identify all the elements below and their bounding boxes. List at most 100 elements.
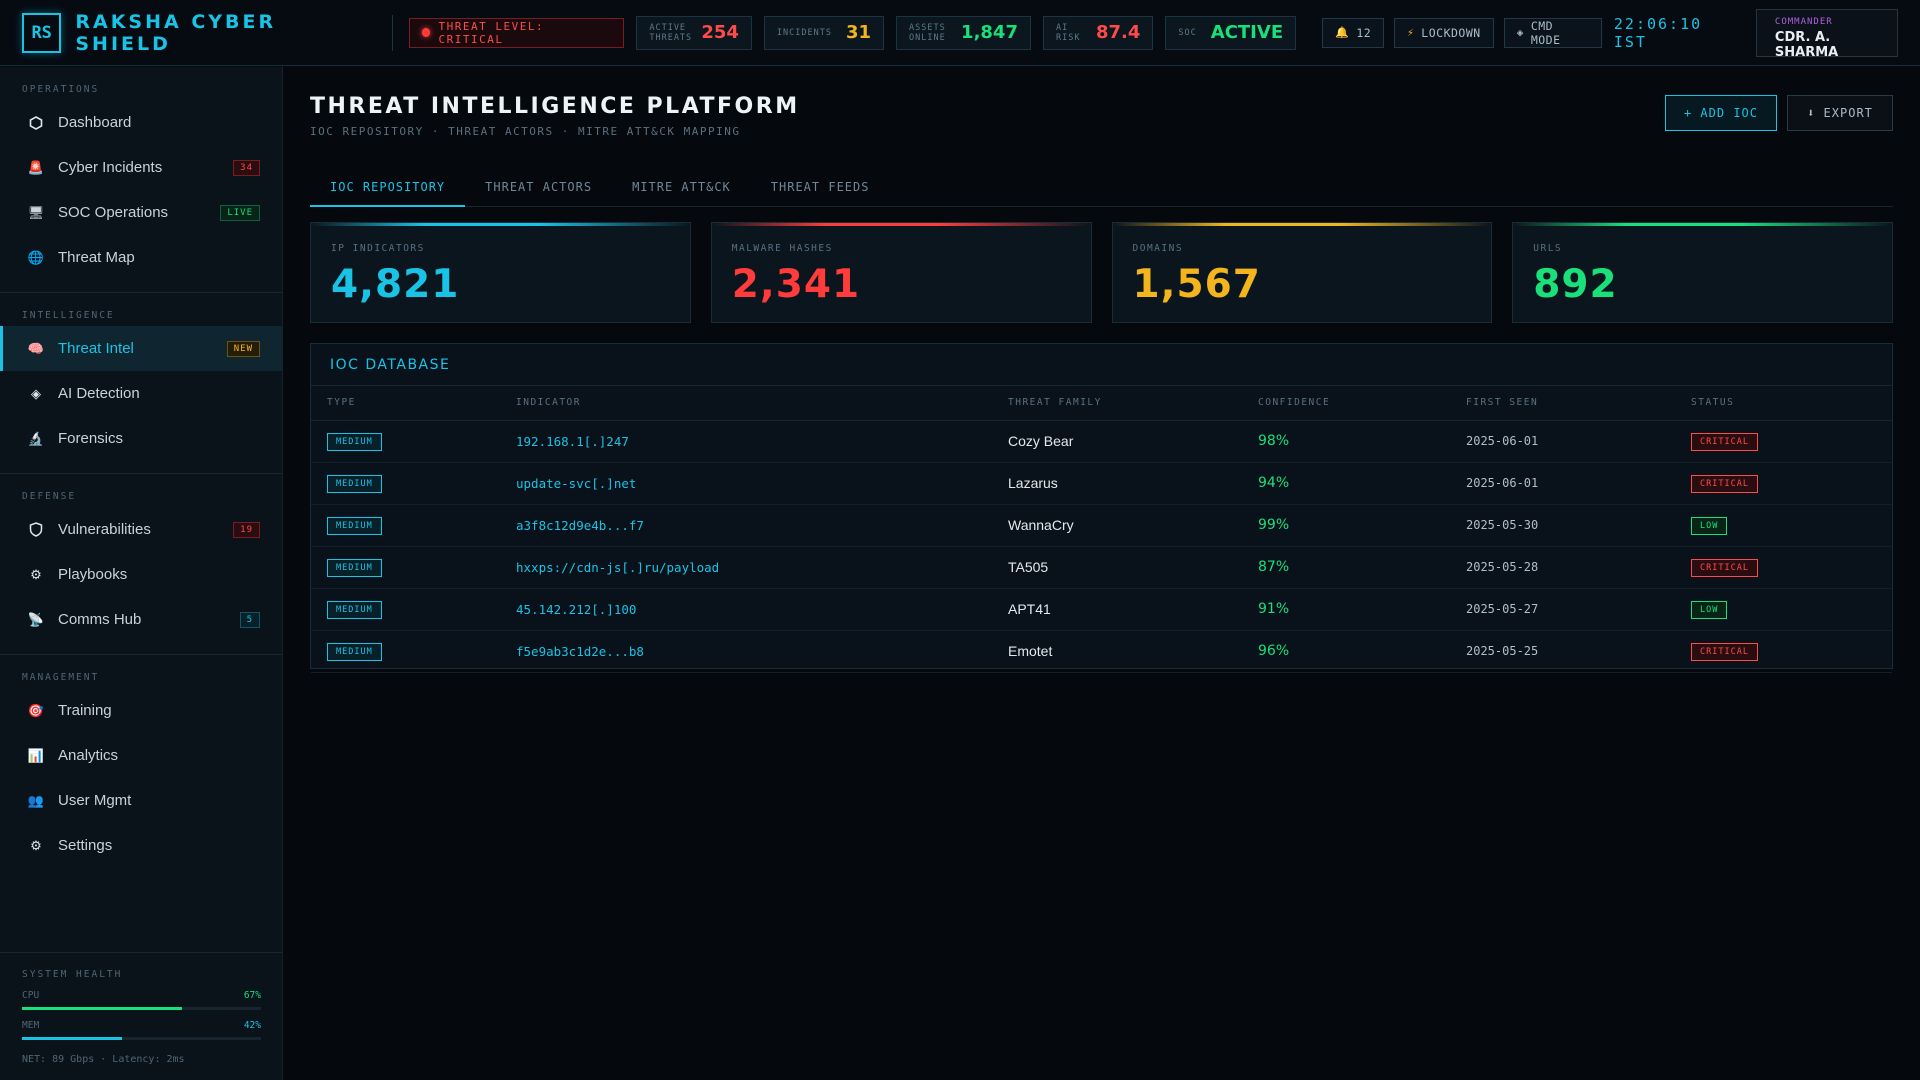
first-seen-cell: 2025-05-25 <box>1450 630 1675 673</box>
confidence-cell: 91% <box>1242 588 1450 631</box>
sidebar-item-settings[interactable]: ⚙ Settings <box>0 823 282 868</box>
bell-icon: 🔔 <box>1335 26 1350 39</box>
sidebar-item-cyber-incidents[interactable]: 🚨 Cyber Incidents 34 <box>0 145 282 190</box>
cpu-bar <box>22 1007 261 1010</box>
ioc-table: TYPE INDICATOR THREAT FAMILY CONFIDENCE … <box>311 386 1892 673</box>
sidebar-item-forensics[interactable]: 🔬 Forensics <box>0 416 282 461</box>
export-button[interactable]: ⬇ EXPORT <box>1787 95 1893 131</box>
type-badge: MEDIUM <box>327 433 382 451</box>
confidence-cell: 98% <box>1242 420 1450 463</box>
gear-icon: ⚙ <box>30 837 42 853</box>
table-row[interactable]: MEDIUM f5e9ab3c1d2e...b8 Emotet 96% 2025-05-… <box>311 630 1892 673</box>
sidebar-item-playbooks[interactable]: ⚙ Playbooks <box>0 552 282 597</box>
card-accent-line <box>311 223 690 226</box>
page-title: THREAT INTELLIGENCE PLATFORM <box>310 94 800 119</box>
sidebar-item-threat-map[interactable]: 🌐 Threat Map <box>0 235 282 280</box>
alert-dot-icon <box>421 28 431 37</box>
brand-name: RAKSHA CYBER SHIELD <box>75 10 277 55</box>
threat-family-cell: TA505 <box>992 546 1242 589</box>
mem-bar <box>22 1037 261 1040</box>
sidebar-item-label: Vulnerabilities <box>58 521 151 538</box>
bar-chart-icon: 📊 <box>27 747 45 763</box>
confidence-cell: 99% <box>1242 504 1450 547</box>
lockdown-label: LOCKDOWN <box>1421 25 1481 40</box>
satellite-icon: 📡 <box>27 611 45 627</box>
type-cell: MEDIUM <box>311 630 500 673</box>
tab-mitre-attack[interactable]: MITRE ATT&CK <box>612 173 751 207</box>
card-label: DOMAINS <box>1132 243 1184 254</box>
type-badge: MEDIUM <box>327 475 382 493</box>
indicator-cell[interactable]: update-svc[.]net <box>500 462 992 505</box>
ioc-database-title: IOC DATABASE <box>311 344 1892 386</box>
gear-icon: ⚙ <box>30 566 42 582</box>
table-row[interactable]: MEDIUM update-svc[.]net Lazarus 94% 2025-06-… <box>311 462 1892 505</box>
commander-profile[interactable]: COMMANDER CDR. A. SHARMA <box>1755 8 1899 60</box>
main-content: THREAT INTELLIGENCE PLATFORM IOC REPOSIT… <box>284 67 1920 1080</box>
column-header[interactable]: TYPE <box>311 386 500 421</box>
tab-threat-feeds[interactable]: THREAT FEEDS <box>751 173 890 207</box>
brain-icon: 🧠 <box>27 340 45 356</box>
status-cell: LOW <box>1675 504 1892 547</box>
threat-family-cell: APT41 <box>992 588 1242 631</box>
stat-value: ACTIVE <box>1210 22 1284 43</box>
table-row[interactable]: MEDIUM a3f8c12d9e4b...f7 WannaCry 99% 2025-0… <box>311 504 1892 547</box>
ioc-database-panel: IOC DATABASE TYPE INDICATOR THREAT FAMIL… <box>310 343 1893 673</box>
type-badge: MEDIUM <box>327 601 382 619</box>
confidence-cell: 94% <box>1242 462 1450 505</box>
stat-value: 254 <box>701 22 739 43</box>
column-header[interactable]: FIRST SEEN <box>1450 386 1675 421</box>
stat-label: AI RISK <box>1055 22 1081 43</box>
column-header[interactable]: STATUS <box>1675 386 1892 421</box>
lockdown-button[interactable]: ⚡ LOCKDOWN <box>1394 17 1494 48</box>
sidebar-item-user-mgmt[interactable]: 👥 User Mgmt <box>0 778 282 823</box>
sidebar-item-comms-hub[interactable]: 📡 Comms Hub 5 <box>0 597 282 642</box>
top-bar: RS RAKSHA CYBER SHIELD THREAT LEVEL: CRI… <box>0 0 1920 66</box>
stat-cards: IP INDICATORS 4,821 MALWARE HASHES 2,341… <box>310 222 1893 323</box>
tab-ioc-repository[interactable]: IOC REPOSITORY <box>310 173 466 207</box>
sidebar-item-dashboard[interactable]: Dashboard <box>0 100 282 145</box>
notifications-button[interactable]: 🔔 12 <box>1322 17 1385 48</box>
column-header[interactable]: THREAT FAMILY <box>992 386 1242 421</box>
table-row[interactable]: MEDIUM hxxps://cdn-js[.]ru/payload TA505 87… <box>311 546 1892 589</box>
indicator-cell[interactable]: 192.168.1[.]247 <box>500 420 992 463</box>
sidebar: OPERATIONS Dashboard 🚨 Cyber Incidents 3… <box>0 67 283 1080</box>
cmd-mode-button[interactable]: ◈ CMD MODE <box>1503 17 1602 48</box>
table-row[interactable]: MEDIUM 45.142.212[.]100 APT41 91% 2025-05-27… <box>311 588 1892 631</box>
indicator-cell[interactable]: a3f8c12d9e4b...f7 <box>500 504 992 547</box>
card-value: 1,567 <box>1132 262 1261 307</box>
sidebar-item-vulnerabilities[interactable]: Vulnerabilities 19 <box>0 507 282 552</box>
column-header[interactable]: INDICATOR <box>500 386 992 421</box>
first-seen-cell: 2025-05-27 <box>1450 588 1675 631</box>
users-icon: 👥 <box>27 792 45 808</box>
sidebar-item-label: Threat Intel <box>58 340 134 357</box>
sidebar-item-label: Threat Map <box>58 249 135 266</box>
card-label: URLS <box>1533 243 1563 254</box>
sidebar-item-soc-operations[interactable]: 🖥 SOC Operations LIVE <box>0 190 282 235</box>
type-badge: MEDIUM <box>327 517 382 535</box>
sidebar-item-ai-detection[interactable]: ◈ AI Detection <box>0 371 282 416</box>
indicator-cell[interactable]: f5e9ab3c1d2e...b8 <box>500 630 992 673</box>
sidebar-item-analytics[interactable]: 📊 Analytics <box>0 733 282 778</box>
sidebar-item-threat-intel[interactable]: 🧠 Threat Intel NEW <box>0 326 282 371</box>
indicator-cell[interactable]: 45.142.212[.]100 <box>500 588 992 631</box>
type-cell: MEDIUM <box>311 420 500 463</box>
type-cell: MEDIUM <box>311 546 500 589</box>
sidebar-item-label: SOC Operations <box>58 204 169 221</box>
indicator-cell[interactable]: hxxps://cdn-js[.]ru/payload <box>500 546 992 589</box>
threat-family-cell: Cozy Bear <box>992 420 1242 463</box>
table-row[interactable]: MEDIUM 192.168.1[.]247 Cozy Bear 98% 2025-06… <box>311 420 1892 463</box>
stat-label: ACTIVE THREATS <box>649 22 693 43</box>
tab-threat-actors[interactable]: THREAT ACTORS <box>465 173 612 207</box>
column-header[interactable]: CONFIDENCE <box>1242 386 1450 421</box>
card-ip-indicators: IP INDICATORS 4,821 <box>310 222 691 323</box>
card-value: 892 <box>1533 262 1618 307</box>
status-cell: CRITICAL <box>1675 462 1892 505</box>
threat-level-text: THREAT LEVEL: CRITICAL <box>438 19 545 46</box>
brand-logo[interactable]: RS <box>22 12 62 53</box>
cpu-value: 67% <box>243 990 261 1001</box>
add-ioc-button[interactable]: + ADD IOC <box>1665 95 1777 131</box>
sidebar-item-training[interactable]: 🎯 Training <box>0 688 282 733</box>
stat-soc: SOC ACTIVE <box>1165 15 1297 50</box>
stat-label: SOC <box>1178 27 1197 38</box>
card-accent-line <box>1112 223 1492 226</box>
